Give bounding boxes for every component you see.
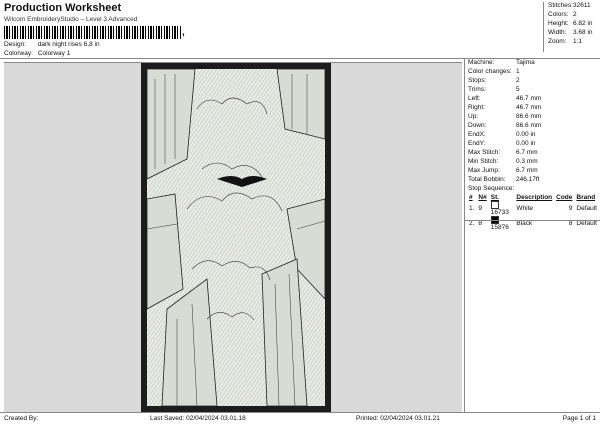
software-subtitle: Wilcom EmbroideryStudio – Level 3 Advanc… — [4, 16, 138, 23]
detail-max-jump: Max Jump: 6.7 mm — [468, 167, 538, 174]
printed-date: Printed: 02/04/2024 03.01.21 — [356, 415, 440, 422]
design-value: dark night rises 6,8 in — [37, 41, 100, 48]
stop-sequence-label: Stop Sequence: — [468, 185, 515, 192]
colorway-row: Colorway: Colorway 1 — [4, 50, 70, 57]
detail-left: Left: 46.7 mm — [468, 95, 542, 102]
page-number: Page 1 of 1 — [562, 415, 596, 422]
summary-stitches: Stitches:32611 — [548, 2, 591, 9]
table-row: 1. 9 16733 White 9 Default — [467, 201, 599, 216]
last-saved: Last Saved: 02/04/2024 03.01.18 — [150, 415, 246, 422]
design-canvas — [4, 62, 462, 413]
color-swatch-white — [490, 201, 499, 209]
barcode — [4, 26, 182, 39]
detail-min-stitch: Min Stitch: 0.3 mm — [468, 158, 538, 165]
summary-panel: Stitches:32611 Colors: 2 Height: 6.82 in W… — [543, 2, 600, 52]
detail-max-stitch: Max Stitch: 6.7 mm — [468, 149, 538, 156]
stop-sequence-table: # N# St. Description Code Brand 1. 9 167… — [467, 194, 599, 231]
summary-width: Width: 3.68 in — [548, 29, 593, 36]
summary-zoom: Zoom: 1:1 — [548, 38, 583, 45]
detail-up: Up: 86.6 mm — [468, 113, 542, 120]
summary-height: Height: 6.82 in — [548, 20, 593, 27]
detail-endx: EndX: 0.00 in — [468, 131, 536, 138]
details-panel: Machine: Tajima Color changes: 1 Stops: 2 T… — [464, 58, 600, 412]
footer: Created By: Last Saved: 02/04/2024 03.01… — [0, 412, 600, 425]
detail-right: Right: 46.7 mm — [468, 104, 542, 111]
colorway-label: Colorway: — [4, 50, 33, 57]
detail-trims: Trims: 5 — [468, 86, 520, 93]
created-by: Created By: — [4, 415, 39, 422]
detail-machine: Machine: Tajima — [468, 59, 535, 66]
detail-down: Down: 86.6 mm — [468, 122, 542, 129]
embroidery-design-preview — [141, 63, 331, 412]
colorway-value: Colorway 1 — [37, 50, 71, 57]
detail-color-changes: Color changes: 1 — [468, 68, 520, 75]
design-name-row: Design: dark night rises 6,8 in — [4, 41, 100, 48]
detail-total-bobbin: Total Bobbin: 246.17ft — [468, 176, 540, 183]
detail-endy: EndY: 0.00 in — [468, 140, 536, 147]
detail-stops: Stops: 2 — [468, 77, 520, 84]
stop-table-header: # N# St. Description Code Brand — [469, 194, 596, 201]
city-skyline-embroidery — [147, 69, 325, 406]
stops-divider — [465, 220, 600, 221]
summary-colors: Colors: 2 — [548, 11, 577, 18]
barcode-suffix: , — [182, 27, 185, 38]
table-row: 2. 8 15876 Black 8 Default — [467, 216, 599, 231]
page-title: Production Worksheet — [4, 2, 122, 14]
design-label: Design: — [4, 41, 27, 48]
